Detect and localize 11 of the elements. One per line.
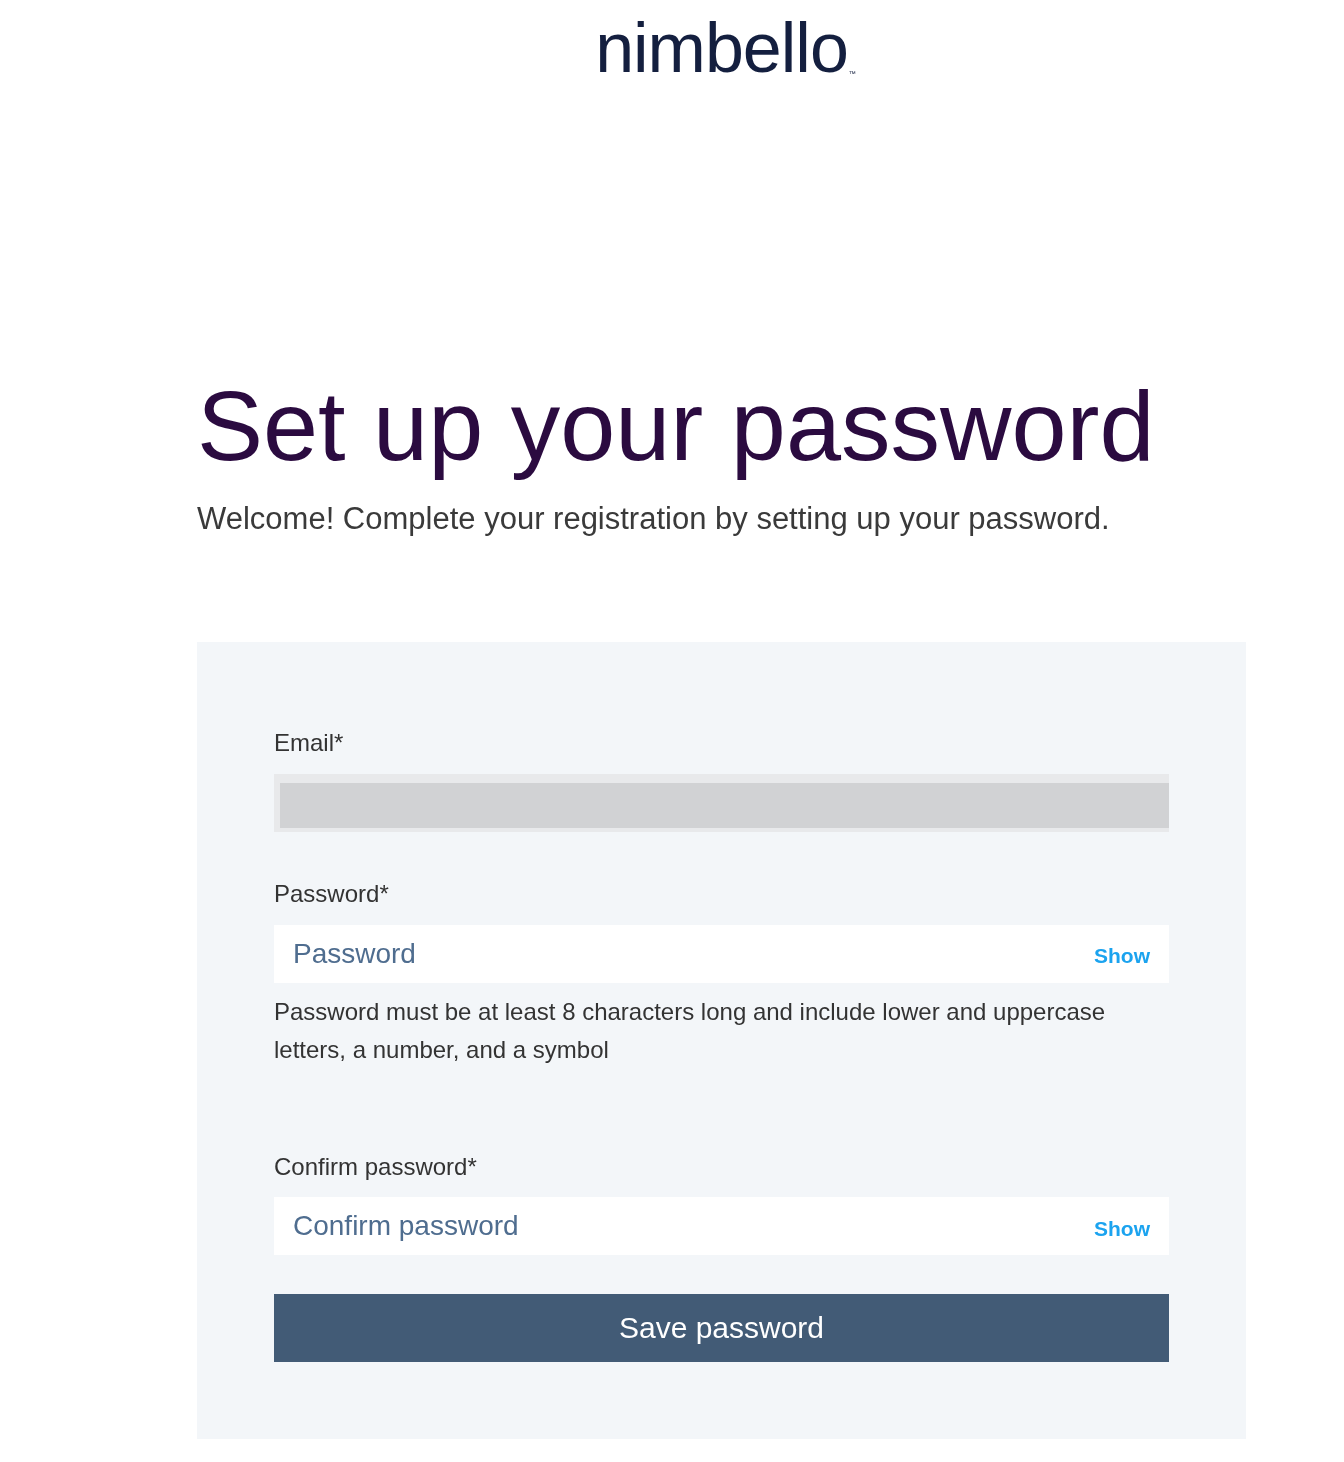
show-button[interactable]: Show [1094, 941, 1150, 967]
field-label: Email* [274, 729, 344, 758]
save-password-button[interactable]: Save password [274, 1294, 1169, 1363]
show-button[interactable]: Show [1094, 1213, 1150, 1239]
field-label: Confirm password* [274, 1152, 477, 1182]
password-field[interactable]: Password Show [274, 924, 1169, 983]
field-label: Password* [274, 879, 389, 909]
help-text: Password must be at least 8 characters long and include lower and uppercase letters, a number, and a symbol [274, 996, 1107, 1065]
welcome-text: Welcome! Complete your registration by setting up your password. [197, 499, 1110, 538]
password-field[interactable]: Confirm password Show [274, 1197, 1169, 1256]
page-heading: Set up your password [197, 369, 1155, 483]
